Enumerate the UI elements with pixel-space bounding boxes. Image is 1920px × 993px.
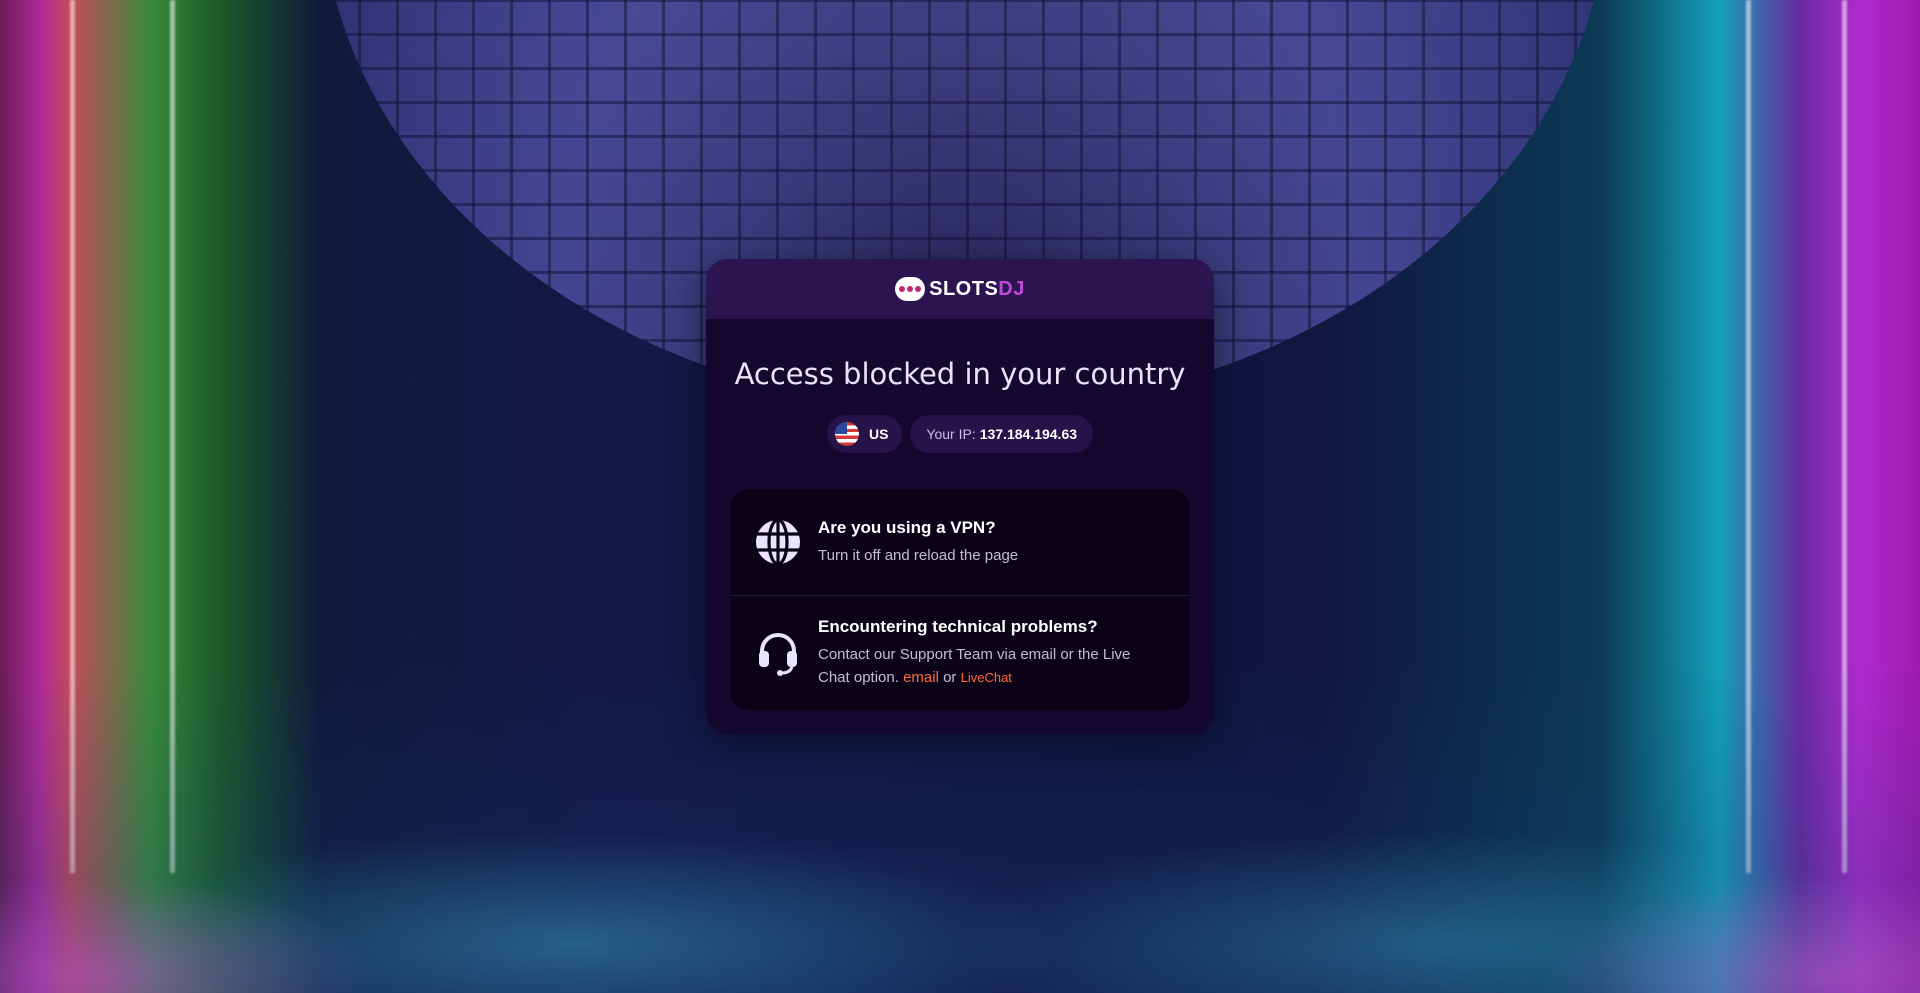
card-header: SLOTSDJ: [706, 259, 1214, 319]
logo-text: SLOTSDJ: [929, 278, 1025, 301]
help-panel: Are you using a VPN? Turn it off and rel…: [730, 489, 1190, 710]
email-link[interactable]: email: [903, 669, 939, 686]
ip-chip: Your IP: 137.184.194.63: [910, 415, 1094, 453]
support-tip-connector: or: [943, 669, 957, 686]
support-tip-title: Encountering technical problems?: [818, 617, 1098, 636]
us-flag-icon: [834, 422, 859, 446]
country-chip: US: [826, 415, 903, 453]
slotsdj-logo[interactable]: SLOTSDJ: [895, 277, 1025, 301]
ip-label: Your IP:: [926, 426, 976, 442]
vpn-tip-body: Turn it off and reload the page: [818, 546, 1019, 564]
page-title: Access blocked in your country: [734, 357, 1186, 391]
globe-icon: [756, 518, 800, 566]
support-tip-text: Encountering technical problems? Contact…: [818, 617, 1166, 689]
logo-text-accent: DJ: [998, 277, 1025, 300]
country-code: US: [868, 426, 889, 442]
location-chips: US Your IP: 137.184.194.63: [706, 415, 1214, 453]
ip-value: 137.184.194.63: [979, 426, 1078, 442]
access-blocked-card: SLOTSDJ Access blocked in your country U…: [706, 259, 1214, 734]
support-tip: Encountering technical problems? Contact…: [730, 596, 1190, 710]
support-tip-body: Contact our Support Team via email or th…: [818, 643, 1166, 689]
logo-mascot-icon: [895, 277, 926, 301]
vpn-tip: Are you using a VPN? Turn it off and rel…: [730, 489, 1190, 596]
vpn-tip-title: Are you using a VPN?: [818, 517, 996, 537]
headset-icon: [759, 633, 797, 676]
vpn-tip-text: Are you using a VPN? Turn it off and rel…: [818, 518, 1018, 567]
logo-text-main: SLOTS: [929, 277, 999, 300]
livechat-link[interactable]: LiveChat: [961, 670, 1012, 685]
